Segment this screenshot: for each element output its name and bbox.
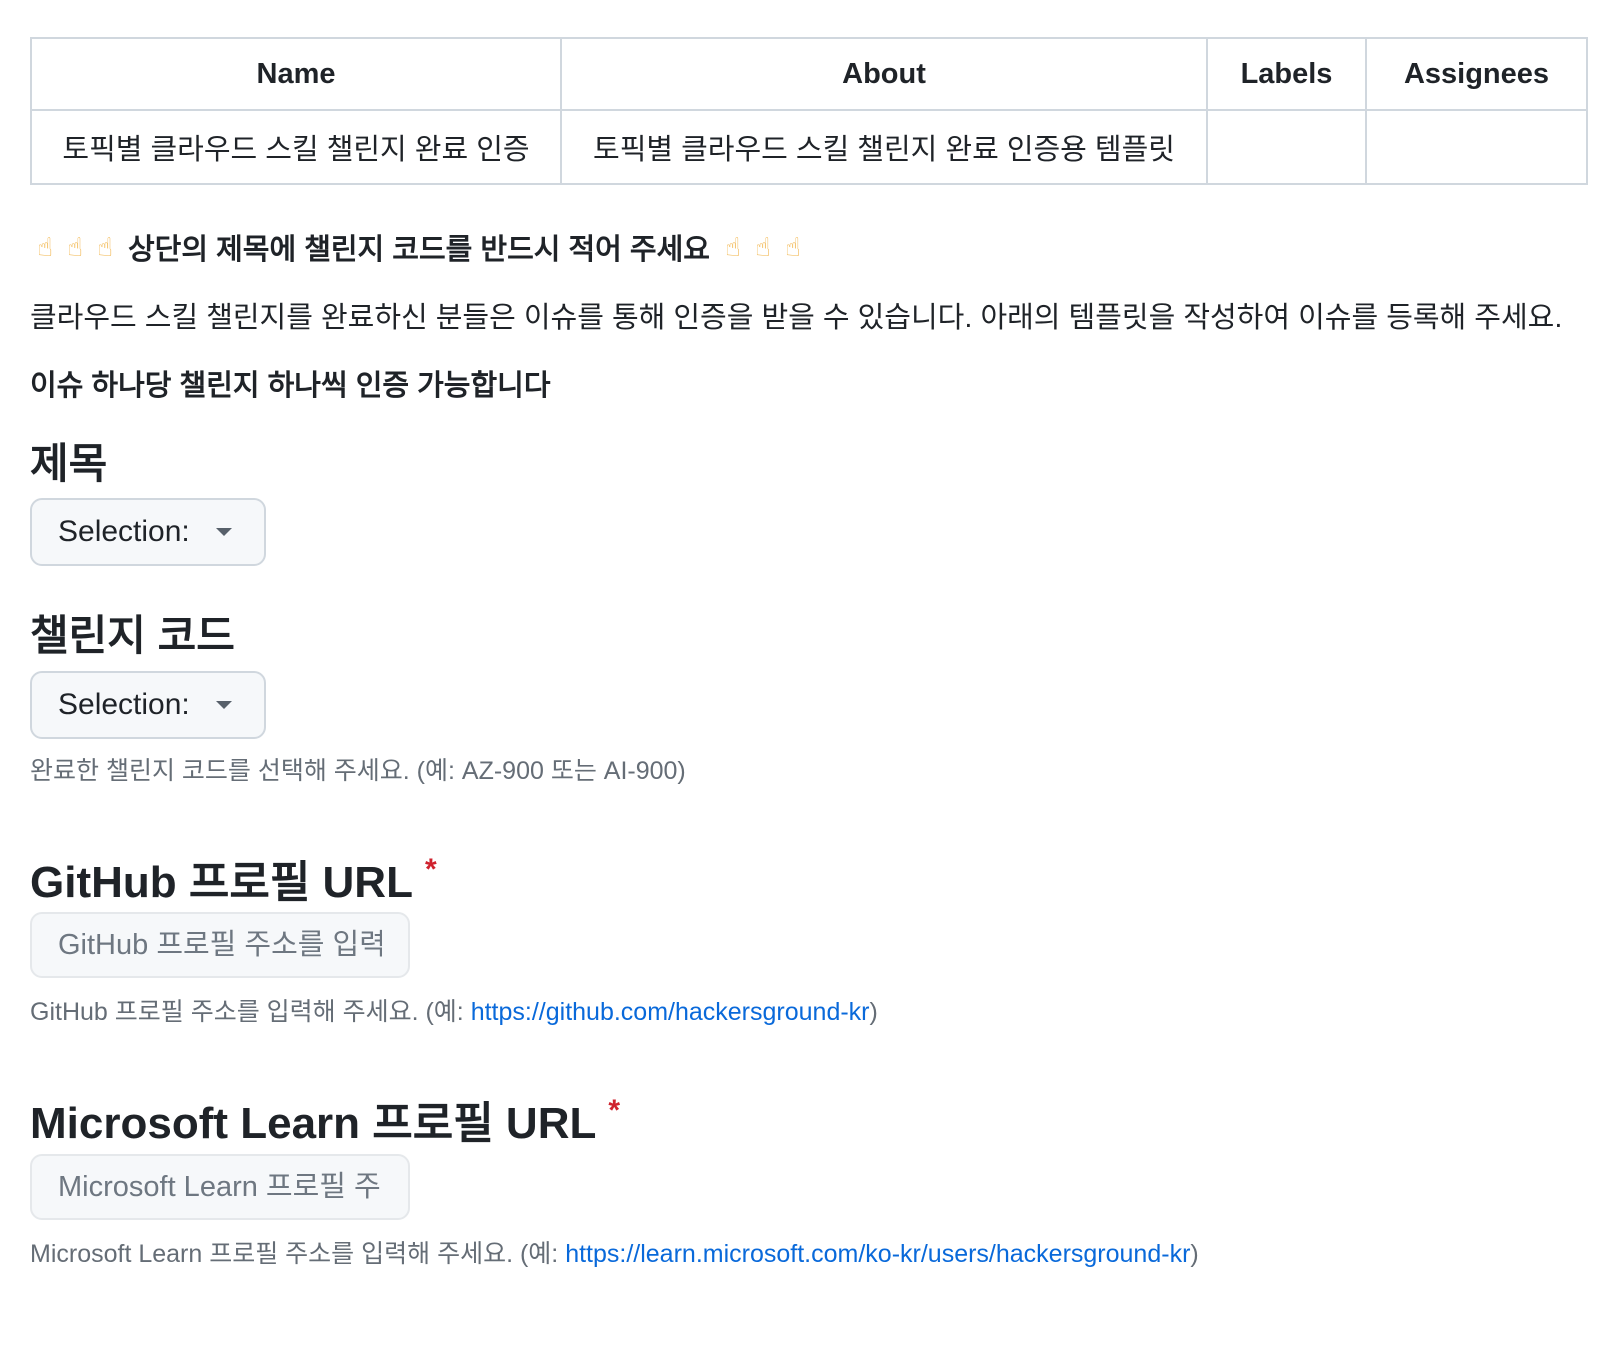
ms-learn-url-hint-close: ) — [1190, 1240, 1199, 1268]
pointing-up-icon: ☝ — [97, 231, 113, 262]
challenge-code-notice: ☝ ☝ ☝ 상단의 제목에 챌린지 코드를 반드시 적어 주세요 ☝ ☝ ☝ — [30, 226, 808, 268]
pointing-up-icon: ☝ — [755, 231, 771, 262]
ms-learn-url-hint: Microsoft Learn 프로필 주소를 입력해 주세요. (예: htt… — [30, 1234, 1199, 1270]
challenge-code-select-dropdown[interactable]: Selection: — [30, 671, 266, 739]
ms-learn-url-field-label: Microsoft Learn 프로필 URL * — [30, 1087, 620, 1151]
ms-learn-example-link[interactable]: https://learn.microsoft.com/ko-kr/users/… — [565, 1240, 1190, 1268]
title-label-text: 제목 — [30, 440, 108, 487]
cell-labels — [1206, 109, 1367, 185]
title-select-label: Selection: — [58, 515, 190, 548]
column-header-name: Name — [30, 37, 562, 111]
github-example-link[interactable]: https://github.com/hackersground-kr — [471, 998, 870, 1026]
column-header-assignees: Assignees — [1365, 37, 1588, 111]
one-per-issue-note: 이슈 하나당 챌린지 하나씩 인증 가능합니다 — [30, 370, 551, 402]
caret-down-icon — [215, 701, 232, 709]
required-asterisk: * — [424, 853, 437, 886]
challenge-code-field-label: 챌린지 코드 — [30, 602, 235, 663]
github-url-field-label: GitHub 프로필 URL * — [30, 846, 437, 910]
github-url-hint-close: ) — [869, 998, 878, 1026]
pointing-up-icon: ☝ — [37, 231, 53, 262]
github-url-input[interactable] — [30, 912, 410, 978]
column-header-about: About — [560, 37, 1208, 111]
challenge-code-label-text: 챌린지 코드 — [30, 612, 235, 659]
ms-learn-url-hint-text: Microsoft Learn 프로필 주소를 입력해 주세요. (예: — [30, 1240, 566, 1268]
notice-text: 상단의 제목에 챌린지 코드를 반드시 적어 주세요 — [128, 234, 710, 266]
title-select-dropdown[interactable]: Selection: — [30, 498, 266, 566]
issue-template-form: Name About Labels Assignees 토픽별 클라우드 스킬 … — [0, 0, 1616, 1360]
cell-about: 토픽별 클라우드 스킬 챌린지 완료 인증용 템플릿 — [560, 109, 1208, 185]
pointing-up-icon: ☝ — [785, 231, 801, 262]
ms-learn-url-input[interactable] — [30, 1154, 410, 1220]
challenge-code-hint: 완료한 챌린지 코드를 선택해 주세요. (예: AZ-900 또는 AI-90… — [30, 757, 686, 785]
cell-assignees — [1365, 109, 1588, 185]
github-url-hint-text: GitHub 프로필 주소를 입력해 주세요. (예: — [30, 998, 471, 1026]
pointing-up-icon: ☝ — [67, 231, 83, 262]
github-url-label-text: GitHub 프로필 URL — [30, 858, 413, 907]
github-url-hint: GitHub 프로필 주소를 입력해 주세요. (예: https://gith… — [30, 992, 878, 1028]
ms-learn-url-label-text: Microsoft Learn 프로필 URL — [30, 1099, 597, 1148]
template-description: 클라우드 스킬 챌린지를 완료하신 분들은 이슈를 통해 인증을 받을 수 있습… — [30, 302, 1563, 334]
column-header-labels: Labels — [1206, 37, 1367, 111]
pointing-up-icon: ☝ — [725, 231, 741, 262]
caret-down-icon — [215, 528, 232, 536]
table-header-row: Name About Labels Assignees — [30, 37, 1588, 111]
title-field-label: 제목 — [30, 430, 107, 491]
table-row: 토픽별 클라우드 스킬 챌린지 완료 인증 토픽별 클라우드 스킬 챌린지 완료… — [30, 109, 1588, 185]
challenge-code-select-label: Selection: — [58, 688, 190, 721]
required-asterisk: * — [608, 1094, 621, 1127]
cell-name: 토픽별 클라우드 스킬 챌린지 완료 인증 — [30, 109, 562, 185]
template-metadata-table: Name About Labels Assignees 토픽별 클라우드 스킬 … — [30, 37, 1588, 185]
